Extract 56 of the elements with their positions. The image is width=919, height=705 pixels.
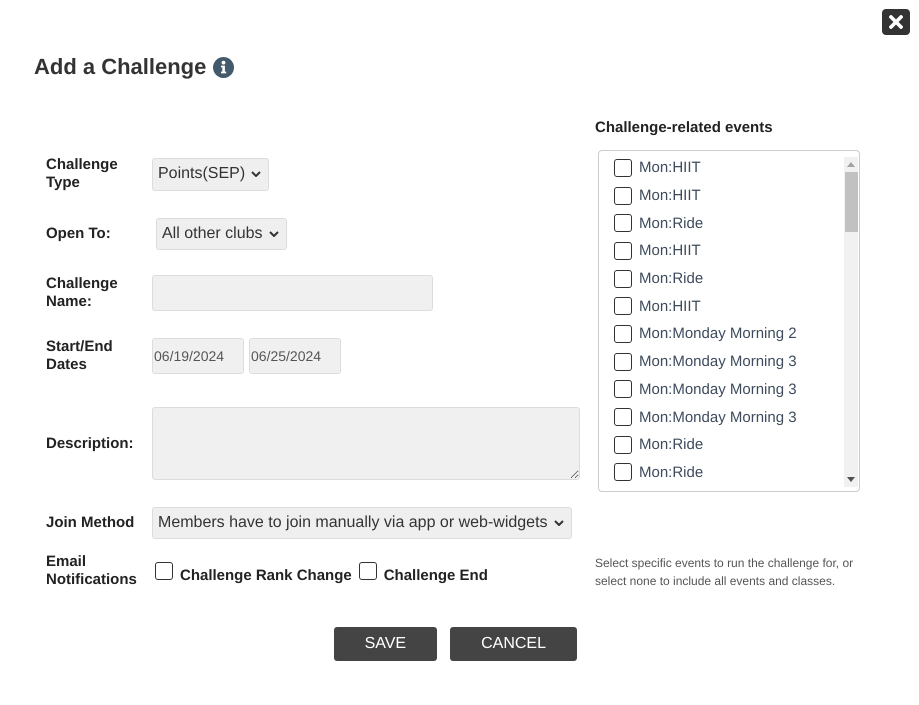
checkbox[interactable] <box>358 562 377 580</box>
checkbox[interactable] <box>614 324 632 343</box>
event-label[interactable]: Mon:HIIT <box>639 159 701 176</box>
field-label: Challenge Name: <box>46 275 119 311</box>
field-label: Open To: <box>46 225 112 243</box>
field-label: Description: <box>46 434 135 452</box>
event-label[interactable]: Mon:Monday Morning 3 <box>639 408 797 426</box>
help-text: Select specific events to run the challenge for, or select none to include all events and classes. <box>595 555 854 590</box>
field-label: Start/End Dates <box>46 338 114 374</box>
checkbox[interactable] <box>614 436 632 454</box>
checkbox[interactable] <box>614 214 632 232</box>
action-button[interactable]: CANCEL <box>450 627 577 661</box>
section-heading: Challenge-related events <box>595 119 774 137</box>
close-icon <box>889 15 903 29</box>
event-label[interactable]: Mon:HIIT <box>639 298 701 315</box>
chevron-down-icon <box>251 171 262 177</box>
event-label[interactable]: Mon:HIIT <box>639 187 701 204</box>
event-label[interactable]: Mon:Monday Morning 3 <box>639 380 797 398</box>
event-label[interactable]: Mon:Monday Morning 3 <box>639 353 797 370</box>
chevron-down-icon <box>268 231 278 237</box>
event-label[interactable]: Mon:HIIT <box>639 242 701 260</box>
checkbox[interactable] <box>614 270 632 288</box>
checkbox-label[interactable]: Challenge Rank Change <box>180 566 352 584</box>
close-button[interactable] <box>882 9 910 35</box>
chevron-down-icon <box>554 520 564 526</box>
checkbox[interactable] <box>614 380 632 398</box>
field-label: Challenge Type <box>46 156 119 192</box>
checkbox[interactable] <box>614 463 632 482</box>
event-label[interactable]: Mon:Ride <box>639 436 704 454</box>
field-label: Email Notifications <box>46 553 138 589</box>
dialog-title: Add a Challenge <box>34 53 206 81</box>
info-icon[interactable] <box>213 56 234 78</box>
action-button[interactable]: SAVE <box>334 627 438 661</box>
text-field[interactable] <box>152 275 433 311</box>
checkbox[interactable] <box>614 186 632 205</box>
checkbox[interactable] <box>614 242 632 260</box>
date-field[interactable]: 06/25/2024 <box>249 338 341 374</box>
field-label: Join Method <box>46 514 136 532</box>
down-arrow-icon[interactable] <box>847 477 855 482</box>
event-label[interactable]: Mon:Monday Morning 2 <box>639 325 797 342</box>
checkbox[interactable] <box>614 158 632 177</box>
dropdown[interactable]: Points(SEP) <box>152 158 270 190</box>
event-label[interactable]: Mon:Ride <box>639 214 704 232</box>
text-area-field[interactable] <box>152 407 580 480</box>
checkbox[interactable] <box>614 408 632 426</box>
event-label[interactable]: Mon:Ride <box>639 464 704 481</box>
checkbox[interactable] <box>614 352 632 371</box>
dropdown[interactable]: Members have to join manually via app or web-widgets <box>152 507 572 539</box>
checkbox[interactable] <box>614 297 632 316</box>
scrollbar[interactable] <box>844 157 858 487</box>
scrollbar-thumb[interactable] <box>844 172 858 232</box>
event-label[interactable]: Mon:Ride <box>639 270 704 288</box>
dropdown[interactable]: All other clubs <box>156 218 286 250</box>
date-field[interactable]: 06/19/2024 <box>152 338 244 374</box>
checkbox-label[interactable]: Challenge End <box>384 566 488 584</box>
checkbox[interactable] <box>155 562 173 580</box>
